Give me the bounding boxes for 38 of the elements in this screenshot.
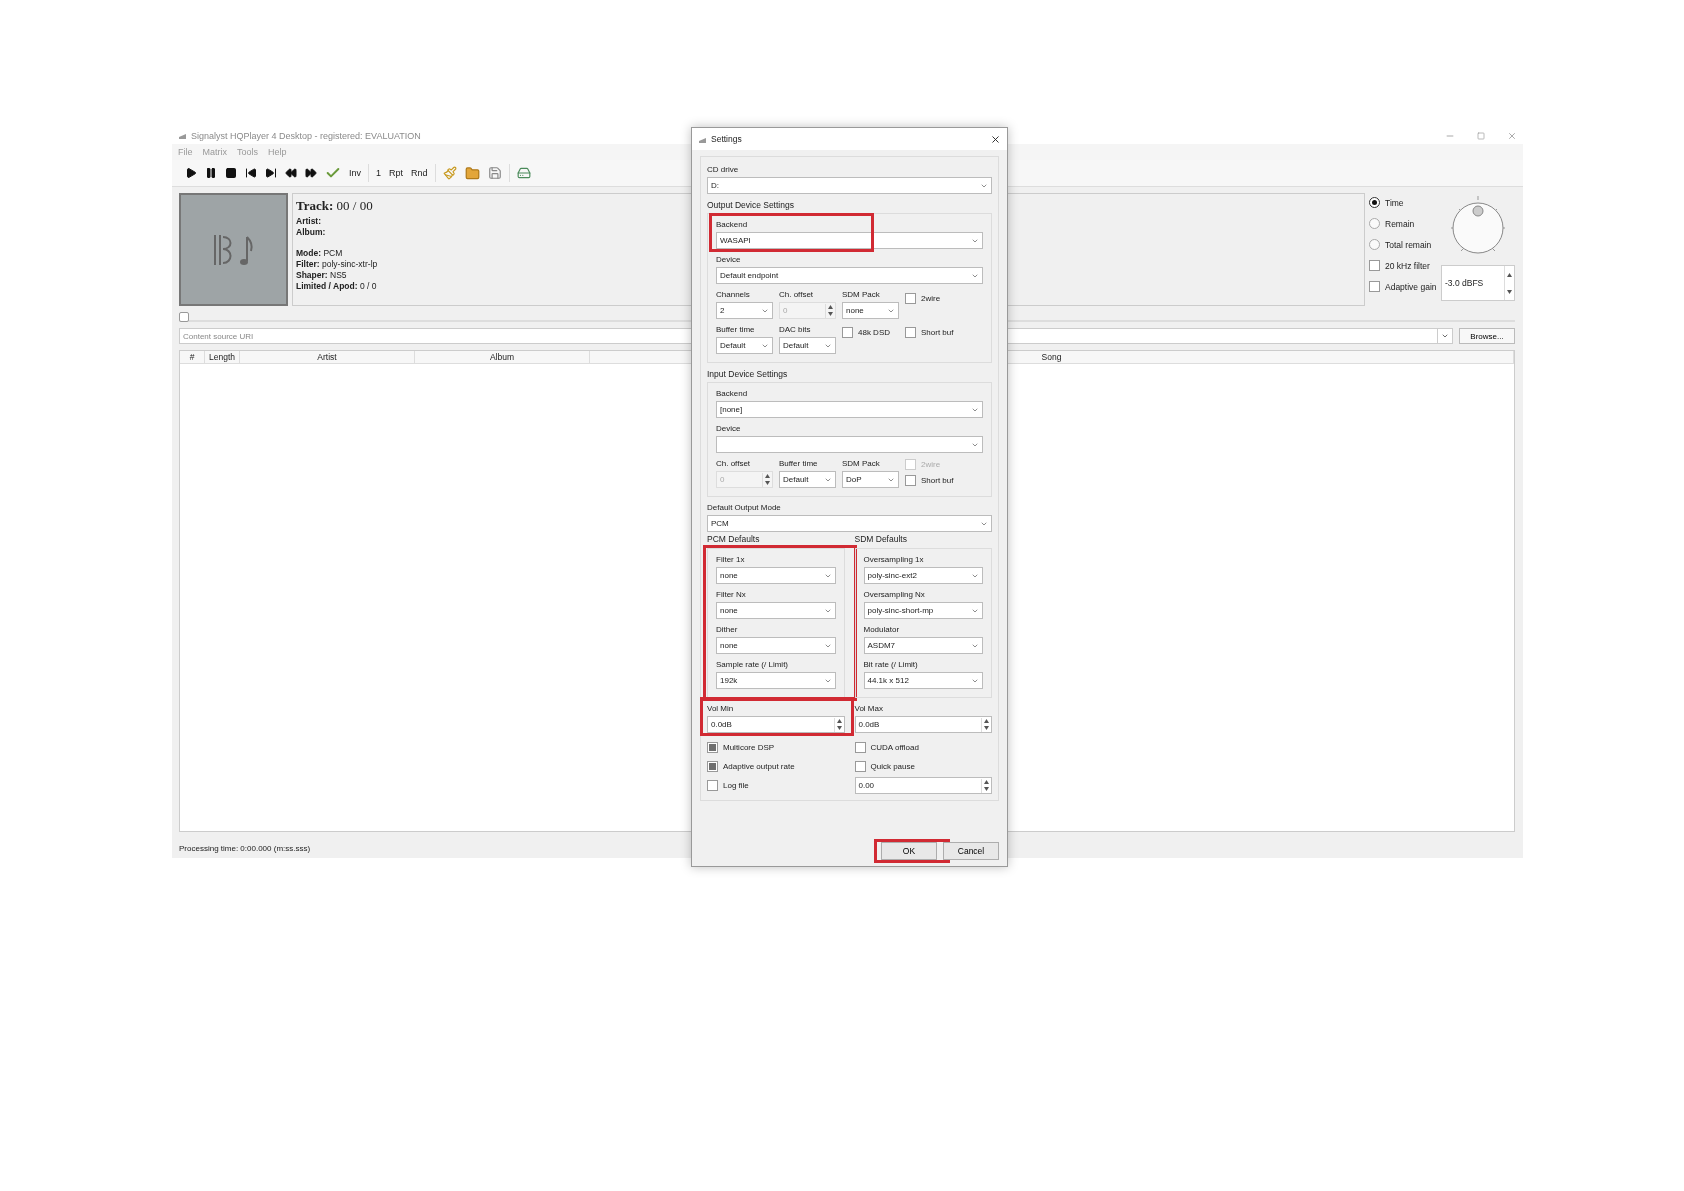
field-label: Oversampling Nx xyxy=(863,590,926,599)
field-label: Backend xyxy=(716,220,749,229)
format-detail: Filter: poly-sinc-xtr-lp xyxy=(296,259,378,270)
field-label: Channels xyxy=(716,290,751,299)
format-detail: Limited / Apod: 0 / 0 xyxy=(296,281,377,292)
field-label: Backend xyxy=(716,389,749,398)
field-label: SDM Pack xyxy=(842,290,881,299)
section-title: Input Device Settings xyxy=(707,369,789,379)
field-label: Ch. offset xyxy=(716,459,752,468)
section-title: SDM Defaults xyxy=(854,534,907,544)
dialog-title: Settings xyxy=(711,134,742,144)
field-label: Modulator xyxy=(863,625,901,634)
track-detail: Album: xyxy=(296,227,326,238)
field-label: DAC bits xyxy=(779,325,812,334)
format-detail: Shaper: NS5 xyxy=(296,270,347,281)
field-label: Device xyxy=(716,424,742,433)
field-label: Sample rate (/ Limit) xyxy=(716,660,790,669)
format-detail: Mode: PCM xyxy=(296,248,343,259)
field-label: Device xyxy=(716,255,742,264)
section-title: PCM Defaults xyxy=(707,534,760,544)
status-text: Processing time: 0:00.000 (m:ss.sss) xyxy=(179,842,311,855)
field-label: Filter 1x xyxy=(716,555,746,564)
field-label: Vol Max xyxy=(854,704,884,713)
field-label: SDM Pack xyxy=(842,459,881,468)
window-title: Signalyst HQPlayer 4 Desktop - registered: EVALUATION xyxy=(191,130,421,141)
field-label: Dither xyxy=(716,625,739,634)
field-label: Buffer time xyxy=(779,459,819,468)
field-label: Buffer time xyxy=(716,325,756,334)
field-label: Bit rate (/ Limit) xyxy=(863,660,919,669)
field-label: Oversampling 1x xyxy=(863,555,925,564)
field-label: CD drive xyxy=(707,165,740,174)
section-title: Output Device Settings xyxy=(707,200,795,210)
field-label: Default Output Mode xyxy=(707,503,782,512)
track-detail: Artist: xyxy=(296,216,322,227)
field-label: Filter Nx xyxy=(716,590,747,599)
field-label: Vol Min xyxy=(707,704,735,713)
track-counter: Track: 00 / 00 xyxy=(296,198,373,214)
field-label: Ch. offset xyxy=(779,290,815,299)
